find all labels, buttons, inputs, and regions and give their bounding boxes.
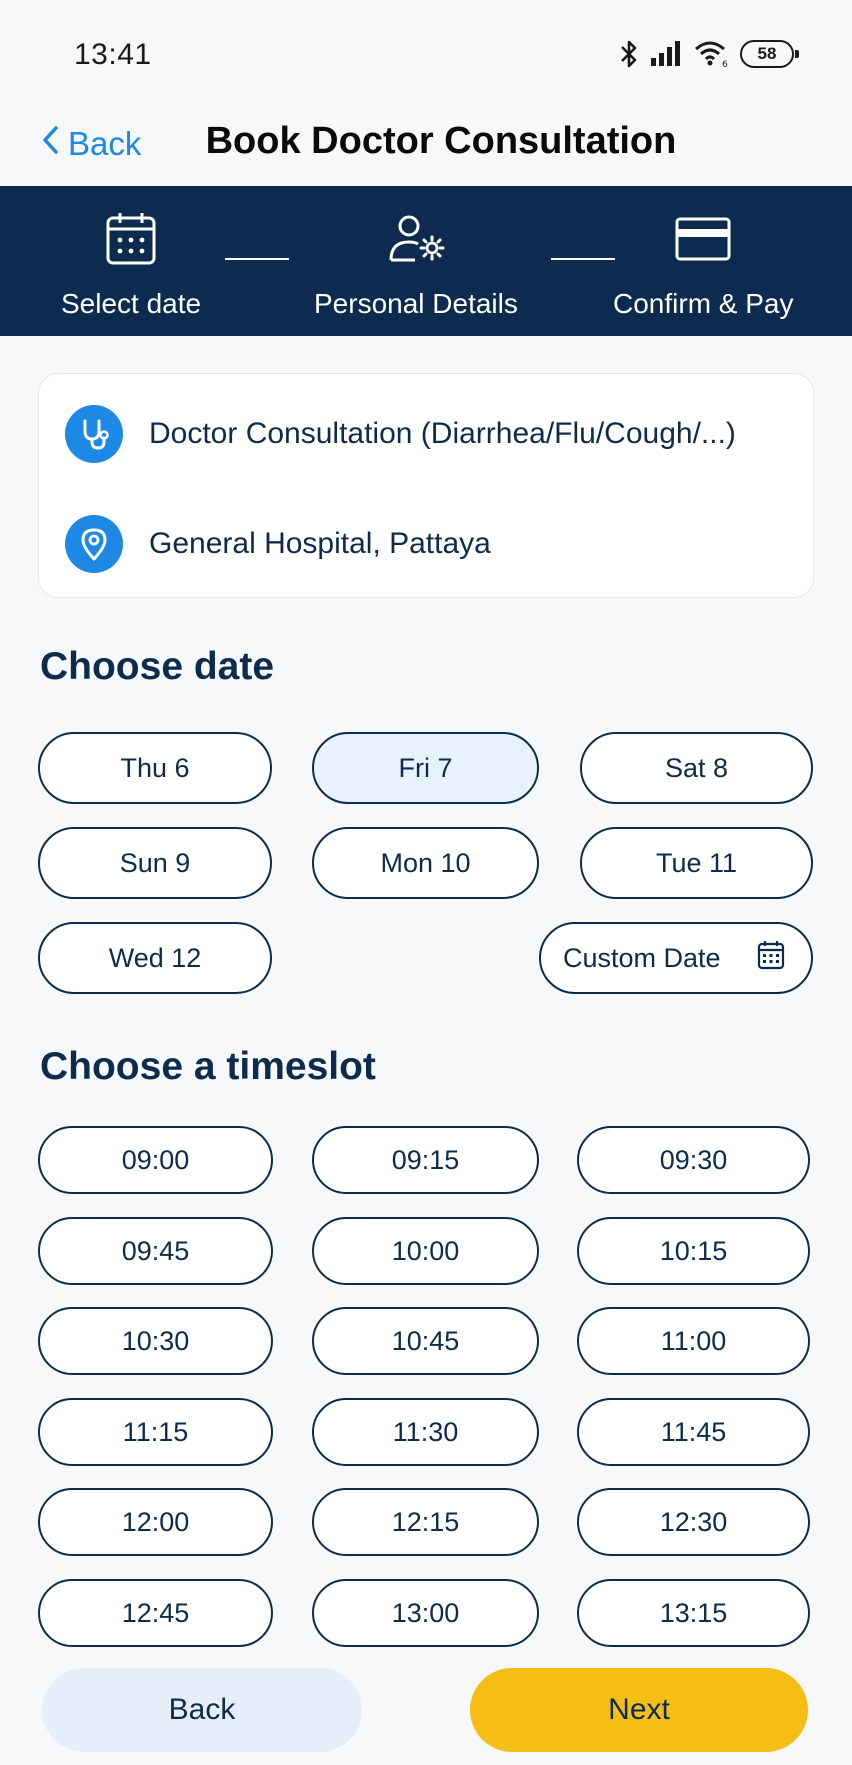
- calendar-small-icon: [757, 940, 785, 977]
- timeslot-option[interactable]: 10:00: [312, 1217, 539, 1285]
- timeslot-option[interactable]: 10:30: [38, 1307, 273, 1375]
- choose-timeslot-title: Choose a timeslot: [40, 1045, 376, 1088]
- timeslot-option[interactable]: 09:30: [577, 1126, 810, 1194]
- choose-date-title: Choose date: [40, 645, 275, 688]
- timeslot-option[interactable]: 11:30: [312, 1398, 539, 1466]
- credit-card-icon: [674, 208, 732, 270]
- progress-stepper: Select date Personal Details Confirm & P…: [0, 186, 852, 336]
- timeslot-option[interactable]: 11:15: [38, 1398, 273, 1466]
- date-option[interactable]: Sat 8: [580, 732, 813, 804]
- timeslot-option[interactable]: 12:30: [577, 1488, 810, 1556]
- battery-icon: 58: [740, 40, 799, 68]
- timeslot-option[interactable]: 10:45: [312, 1307, 539, 1375]
- timeslot-option[interactable]: 11:45: [577, 1398, 810, 1466]
- step-confirm-pay: Confirm & Pay: [613, 208, 794, 320]
- svg-text:6: 6: [722, 60, 728, 68]
- service-row: Doctor Consultation (Diarrhea/Flu/Cough/…: [65, 405, 736, 463]
- timeslot-option[interactable]: 12:00: [38, 1488, 273, 1556]
- timeslot-option[interactable]: 12:15: [312, 1488, 539, 1556]
- user-gear-icon: [385, 208, 447, 270]
- timeslot-option[interactable]: 10:15: [577, 1217, 810, 1285]
- step-label: Personal Details: [314, 288, 518, 319]
- calendar-icon: [105, 208, 157, 270]
- next-button[interactable]: Next: [470, 1668, 808, 1752]
- date-option[interactable]: Tue 11: [580, 827, 813, 899]
- location-pin-icon: [65, 515, 123, 573]
- timeslot-option[interactable]: 13:00: [312, 1579, 539, 1647]
- booking-info-card: Doctor Consultation (Diarrhea/Flu/Cough/…: [38, 373, 814, 598]
- location-row: General Hospital, Pattaya: [65, 515, 491, 573]
- service-name: Doctor Consultation (Diarrhea/Flu/Cough/…: [149, 417, 736, 450]
- step-divider: [225, 258, 289, 260]
- date-option[interactable]: Wed 12: [38, 922, 272, 994]
- bluetooth-icon: [618, 40, 640, 68]
- status-time: 13:41: [74, 38, 152, 71]
- timeslot-option[interactable]: 09:45: [38, 1217, 273, 1285]
- custom-date-button[interactable]: Custom Date: [539, 922, 813, 994]
- timeslot-option[interactable]: 11:00: [577, 1307, 810, 1375]
- date-option[interactable]: Sun 9: [38, 827, 272, 899]
- status-icons: 6 58: [618, 40, 799, 68]
- stethoscope-icon: [65, 405, 123, 463]
- timeslot-option[interactable]: 09:00: [38, 1126, 273, 1194]
- date-option-selected[interactable]: Fri 7: [312, 732, 539, 804]
- date-option[interactable]: Mon 10: [312, 827, 539, 899]
- status-bar: 13:41 6 58: [0, 0, 852, 110]
- wifi-icon: 6: [694, 40, 730, 68]
- step-label: Confirm & Pay: [613, 288, 794, 319]
- back-button[interactable]: Back: [42, 1668, 362, 1752]
- timeslot-option[interactable]: 09:15: [312, 1126, 539, 1194]
- step-label: Select date: [61, 288, 202, 319]
- step-select-date: Select date: [61, 208, 201, 320]
- custom-date-label: Custom Date: [563, 942, 721, 973]
- booking-screen: 13:41 6 58 Back Book Doctor Consultation: [0, 0, 852, 1765]
- timeslot-option[interactable]: 12:45: [38, 1579, 273, 1647]
- step-personal-details: Personal Details: [314, 208, 518, 320]
- date-option[interactable]: Thu 6: [38, 732, 272, 804]
- step-divider: [551, 258, 615, 260]
- location-name: General Hospital, Pattaya: [149, 527, 491, 560]
- timeslot-option[interactable]: 13:15: [577, 1579, 810, 1647]
- page-title: Book Doctor Consultation: [205, 120, 677, 162]
- top-nav: Back Book Doctor Consultation: [0, 110, 852, 186]
- signal-icon: [650, 41, 684, 67]
